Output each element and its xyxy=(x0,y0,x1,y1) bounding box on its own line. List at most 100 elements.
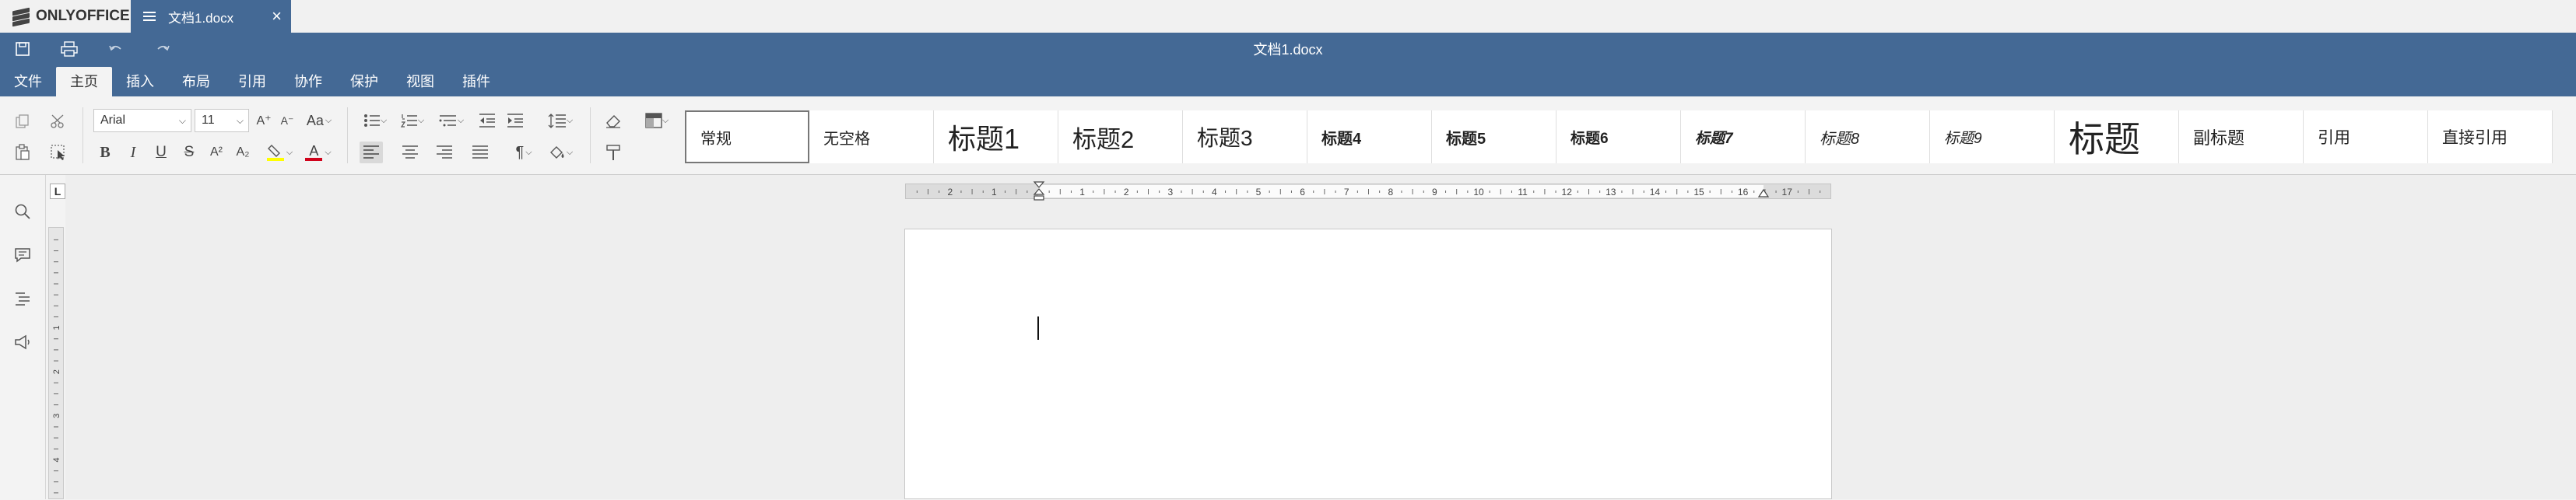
font-name-value: Arial xyxy=(100,114,126,127)
ruler-number: 2 xyxy=(947,187,953,198)
clear-style-button[interactable] xyxy=(602,110,624,131)
brand: ONLYOFFICE xyxy=(12,0,130,33)
chevron-down-icon: ⌵ xyxy=(380,115,388,125)
align-left-icon xyxy=(363,145,379,159)
highlighter-icon xyxy=(266,145,284,161)
tab-stop-selector[interactable]: L xyxy=(50,184,65,199)
numbered-list-icon xyxy=(400,114,417,128)
feedback-icon[interactable] xyxy=(12,332,33,352)
ruler-number: 4 xyxy=(52,457,61,462)
numbered-list-button[interactable]: ⌵ xyxy=(397,110,428,131)
paint-bucket-icon xyxy=(549,146,564,159)
ruler-number: 4 xyxy=(1212,187,1217,198)
chevron-down-icon: ⌵ xyxy=(236,115,244,126)
search-icon[interactable] xyxy=(12,201,33,222)
chevron-down-icon: ⌵ xyxy=(325,115,332,125)
menu-item[interactable]: 保护 xyxy=(336,67,392,96)
cut-icon[interactable] xyxy=(48,110,68,132)
align-right-icon xyxy=(437,145,452,159)
comments-icon[interactable] xyxy=(12,245,33,265)
highlight-color-button[interactable]: ⌵ xyxy=(260,142,299,163)
justify-icon xyxy=(472,145,488,159)
strikethrough-button[interactable]: S xyxy=(179,142,199,163)
ruler-number: 9 xyxy=(1432,187,1437,198)
right-indent-marker[interactable] xyxy=(1757,187,1770,198)
subscript-button[interactable]: A₂ xyxy=(232,142,254,163)
style-item[interactable]: 标题2 xyxy=(1058,110,1183,163)
decrease-indent-icon xyxy=(479,114,495,128)
chevron-down-icon: ⌵ xyxy=(662,115,669,125)
align-left-button[interactable] xyxy=(360,142,383,163)
horizontal-ruler[interactable]: 2 1 1 2 3 4 5 6 7 8 9 10 11 12 13 14 15 16 17 xyxy=(905,181,1831,201)
font-color-button[interactable]: A ⌵ xyxy=(300,142,336,163)
change-case-label: Aa xyxy=(306,112,324,128)
paragraph-shading-button[interactable]: ⌵ xyxy=(543,142,577,163)
change-case-button[interactable]: Aa ⌵ xyxy=(304,110,335,131)
style-item[interactable]: 标题6 xyxy=(1556,110,1681,163)
color-scheme-button[interactable]: ⌵ xyxy=(640,110,674,131)
copy-style-button[interactable] xyxy=(602,142,624,163)
vertical-ruler-ticks: 1 2 3 4 xyxy=(52,239,61,494)
navigation-icon[interactable] xyxy=(12,288,33,309)
style-item[interactable]: 引用 xyxy=(2304,110,2428,163)
color-scheme-icon xyxy=(645,113,662,128)
tab-title: 文档1.docx xyxy=(168,10,234,26)
underline-button[interactable]: U xyxy=(151,142,171,163)
style-item[interactable]: 副标题 xyxy=(2179,110,2304,163)
ruler-number: 17 xyxy=(1782,187,1793,198)
justify-button[interactable] xyxy=(469,142,492,163)
line-spacing-button[interactable]: ⌵ xyxy=(543,110,577,131)
style-item[interactable]: 标题3 xyxy=(1183,110,1307,163)
document-page[interactable] xyxy=(904,229,1832,499)
first-line-indent-marker[interactable] xyxy=(1033,181,1045,201)
chevron-down-icon: ⌵ xyxy=(566,147,574,157)
menu-item[interactable]: 视图 xyxy=(392,67,448,96)
style-item[interactable]: 无空格 xyxy=(809,110,934,163)
align-center-icon xyxy=(402,145,418,159)
menu-item[interactable]: 布局 xyxy=(168,67,224,96)
style-item[interactable]: 标题9 xyxy=(1930,110,2055,163)
increase-font-button[interactable]: A⁺ xyxy=(254,110,274,131)
style-item[interactable]: 标题8 xyxy=(1806,110,1930,163)
style-item[interactable]: 常规 xyxy=(685,110,809,163)
align-center-button[interactable] xyxy=(398,142,422,163)
style-item[interactable]: 标题7 xyxy=(1681,110,1806,163)
menu-item[interactable]: 插入 xyxy=(112,67,168,96)
align-right-button[interactable] xyxy=(433,142,456,163)
copy-icon[interactable] xyxy=(12,110,33,132)
ruler-number: 5 xyxy=(1256,187,1262,198)
style-item[interactable]: 标题5 xyxy=(1432,110,1556,163)
decrease-font-button[interactable]: A⁻ xyxy=(277,110,297,131)
style-item[interactable]: 直接引用 xyxy=(2428,110,2553,163)
bullet-list-button[interactable]: ⌵ xyxy=(360,110,391,131)
superscript-button[interactable]: A² xyxy=(205,142,227,163)
menu-item[interactable]: 协作 xyxy=(280,67,336,96)
font-size-select[interactable]: 11 ⌵ xyxy=(195,109,249,132)
style-item[interactable]: 标题4 xyxy=(1307,110,1432,163)
ruler-number: 8 xyxy=(1388,187,1393,198)
increase-indent-button[interactable] xyxy=(504,110,526,131)
bold-button[interactable]: B xyxy=(95,142,115,163)
menu-item[interactable]: 主页 xyxy=(56,67,112,96)
style-item[interactable]: 标题1 xyxy=(934,110,1058,163)
style-item[interactable]: 标题 xyxy=(2055,110,2179,163)
vertical-ruler[interactable]: 1 2 3 4 xyxy=(48,227,64,499)
bullet-list-icon xyxy=(363,114,380,127)
line-spacing-icon xyxy=(548,114,566,128)
ruler-number: 7 xyxy=(1344,187,1349,198)
ruler-number: 12 xyxy=(1562,187,1573,198)
pilcrow-icon: ¶ xyxy=(515,143,525,161)
italic-button[interactable]: I xyxy=(123,142,143,163)
chevron-down-icon: ⌵ xyxy=(178,115,186,126)
close-tab-button[interactable]: × xyxy=(272,6,282,26)
font-name-select[interactable]: Arial ⌵ xyxy=(93,109,191,132)
menu-item[interactable]: 引用 xyxy=(224,67,280,96)
menu-item[interactable]: 文件 xyxy=(0,67,56,96)
document-tab[interactable]: 文档1.docx × xyxy=(131,0,291,33)
decrease-indent-button[interactable] xyxy=(476,110,498,131)
multilevel-list-button[interactable]: ⌵ xyxy=(434,110,469,131)
nonprinting-characters-button[interactable]: ¶ ⌵ xyxy=(507,142,540,163)
menu-item[interactable]: 插件 xyxy=(448,67,504,96)
paste-icon[interactable] xyxy=(12,142,33,163)
select-all-icon[interactable] xyxy=(48,142,68,163)
